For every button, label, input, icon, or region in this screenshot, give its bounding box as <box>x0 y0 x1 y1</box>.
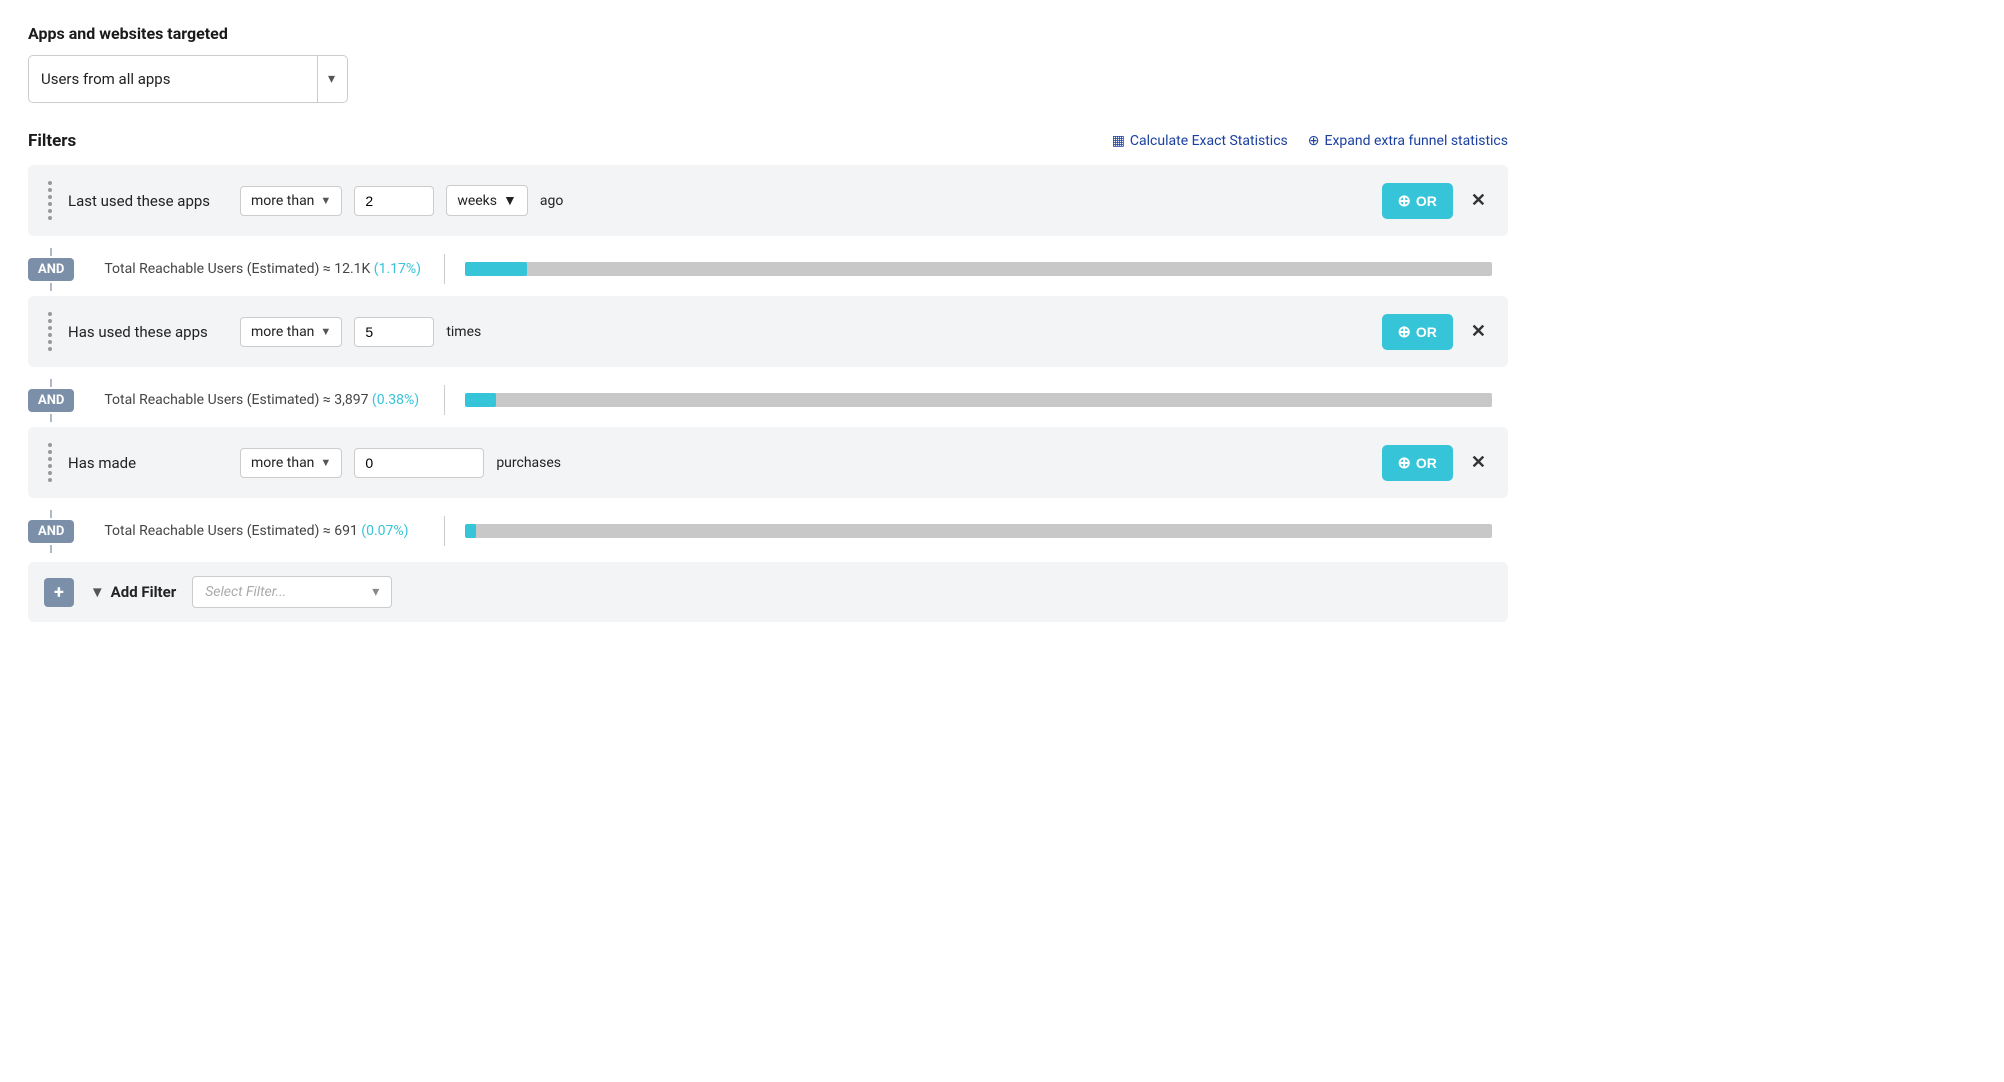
add-filter-plus-badge[interactable]: + <box>44 578 74 607</box>
apps-section-title: Apps and websites targeted <box>28 24 1508 43</box>
filter-condition-text-3: more than <box>251 455 314 471</box>
and-stats-row-2: AND Total Reachable Users (Estimated) ≈ … <box>28 369 1508 427</box>
filter-label-1: Last used these apps <box>68 192 228 210</box>
drag-handle-1[interactable] <box>44 179 56 222</box>
drag-handle-2[interactable] <box>44 310 56 353</box>
filter-condition-arrow-1: ▼ <box>320 194 331 207</box>
filter-row-1: Last used these apps more than ▼ weeks ▼… <box>28 165 1508 236</box>
filter-block-1: Last used these apps more than ▼ weeks ▼… <box>28 165 1508 236</box>
filter-label-3: Has made <box>68 454 228 472</box>
calculate-icon: ▦ <box>1112 133 1125 149</box>
stats-percent-1: (1.17%) <box>374 261 421 277</box>
delete-filter-2[interactable]: ✕ <box>1465 317 1492 346</box>
filter-value-2[interactable] <box>354 317 434 347</box>
filter-condition-2[interactable]: more than ▼ <box>240 317 342 347</box>
stats-text-1: Total Reachable Users (Estimated) ≈ 12.1… <box>104 261 424 277</box>
stats-percent-2: (0.38%) <box>372 392 419 408</box>
filter-condition-arrow-3: ▼ <box>320 456 331 469</box>
filter-condition-text-1: more than <box>251 193 314 209</box>
stats-percent-3: (0.07%) <box>361 523 408 539</box>
filter-unit-3: purchases <box>496 455 561 471</box>
add-filter-arrow-icon: ▾ <box>372 584 379 600</box>
apps-dropdown[interactable]: Users from all apps ▾ <box>28 55 348 103</box>
drag-handle-3[interactable] <box>44 441 56 484</box>
and-stats-row-3: AND Total Reachable Users (Estimated) ≈ … <box>28 500 1508 558</box>
filter-condition-1[interactable]: more than ▼ <box>240 186 342 216</box>
filter-condition-text-2: more than <box>251 324 314 340</box>
and-badge-1: AND <box>28 258 74 281</box>
filter-unit-text-1: weeks <box>457 193 497 209</box>
stats-divider-2 <box>444 385 445 415</box>
filter-unit-1[interactable]: weeks ▼ <box>446 185 528 216</box>
filter-suffix-1: ago <box>540 193 563 209</box>
progress-bar-fill-3 <box>465 524 475 538</box>
filter-condition-3[interactable]: more than ▼ <box>240 448 342 478</box>
filter-condition-arrow-2: ▼ <box>320 325 331 338</box>
stats-divider-3 <box>444 516 445 546</box>
filters-title: Filters <box>28 131 76 151</box>
and-badge-2: AND <box>28 389 74 412</box>
or-button-1[interactable]: ⊕ OR <box>1382 183 1453 219</box>
filter-funnel-icon: ▼ <box>90 583 105 601</box>
apps-dropdown-label: Users from all apps <box>41 70 170 88</box>
or-label-2: OR <box>1416 324 1437 340</box>
progress-bar-3 <box>465 524 1492 538</box>
progress-bar-fill-2 <box>465 393 496 407</box>
delete-filter-3[interactable]: ✕ <box>1465 448 1492 477</box>
expand-funnel-link[interactable]: ⊕ Expand extra funnel statistics <box>1308 133 1508 149</box>
stats-divider-1 <box>444 254 445 284</box>
apps-dropdown-divider <box>317 56 318 102</box>
expand-icon: ⊕ <box>1308 133 1320 149</box>
filter-block-2: Has used these apps more than ▼ times ⊕ … <box>28 296 1508 367</box>
or-plus-icon-3: ⊕ <box>1398 453 1411 473</box>
filter-value-1[interactable] <box>354 186 434 216</box>
or-label-1: OR <box>1416 193 1437 209</box>
stats-text-2: Total Reachable Users (Estimated) ≈ 3,89… <box>104 392 424 408</box>
calculate-statistics-link[interactable]: ▦ Calculate Exact Statistics <box>1112 133 1288 149</box>
add-filter-label: ▼ Add Filter <box>90 583 176 601</box>
or-button-3[interactable]: ⊕ OR <box>1382 445 1453 481</box>
progress-bar-fill-1 <box>465 262 527 276</box>
filter-row-3: Has made more than ▼ purchases ⊕ OR ✕ <box>28 427 1508 498</box>
add-filter-row: + ▼ Add Filter Select Filter... ▾ <box>28 562 1508 622</box>
and-stats-row-1: AND Total Reachable Users (Estimated) ≈ … <box>28 238 1508 296</box>
stats-container-3: Total Reachable Users (Estimated) ≈ 691 … <box>88 508 1508 554</box>
stats-text-3: Total Reachable Users (Estimated) ≈ 691 … <box>104 523 424 539</box>
stats-container-1: Total Reachable Users (Estimated) ≈ 12.1… <box>88 246 1508 292</box>
filter-row-2: Has used these apps more than ▼ times ⊕ … <box>28 296 1508 367</box>
delete-filter-1[interactable]: ✕ <box>1465 186 1492 215</box>
or-plus-icon-1: ⊕ <box>1398 191 1411 211</box>
filter-value-3[interactable] <box>354 448 484 478</box>
filter-label-2: Has used these apps <box>68 323 228 341</box>
stats-container-2: Total Reachable Users (Estimated) ≈ 3,89… <box>88 377 1508 423</box>
add-filter-placeholder: Select Filter... <box>205 584 286 600</box>
or-button-2[interactable]: ⊕ OR <box>1382 314 1453 350</box>
apps-dropdown-arrow-icon: ▾ <box>328 71 335 87</box>
and-badge-3: AND <box>28 520 74 543</box>
progress-bar-2 <box>465 393 1492 407</box>
filter-unit-arrow-1: ▼ <box>503 192 517 209</box>
or-plus-icon-2: ⊕ <box>1398 322 1411 342</box>
progress-bar-1 <box>465 262 1492 276</box>
filter-unit-2: times <box>446 324 481 340</box>
filter-block-3: Has made more than ▼ purchases ⊕ OR ✕ <box>28 427 1508 498</box>
or-label-3: OR <box>1416 455 1437 471</box>
add-filter-select[interactable]: Select Filter... ▾ <box>192 576 392 608</box>
